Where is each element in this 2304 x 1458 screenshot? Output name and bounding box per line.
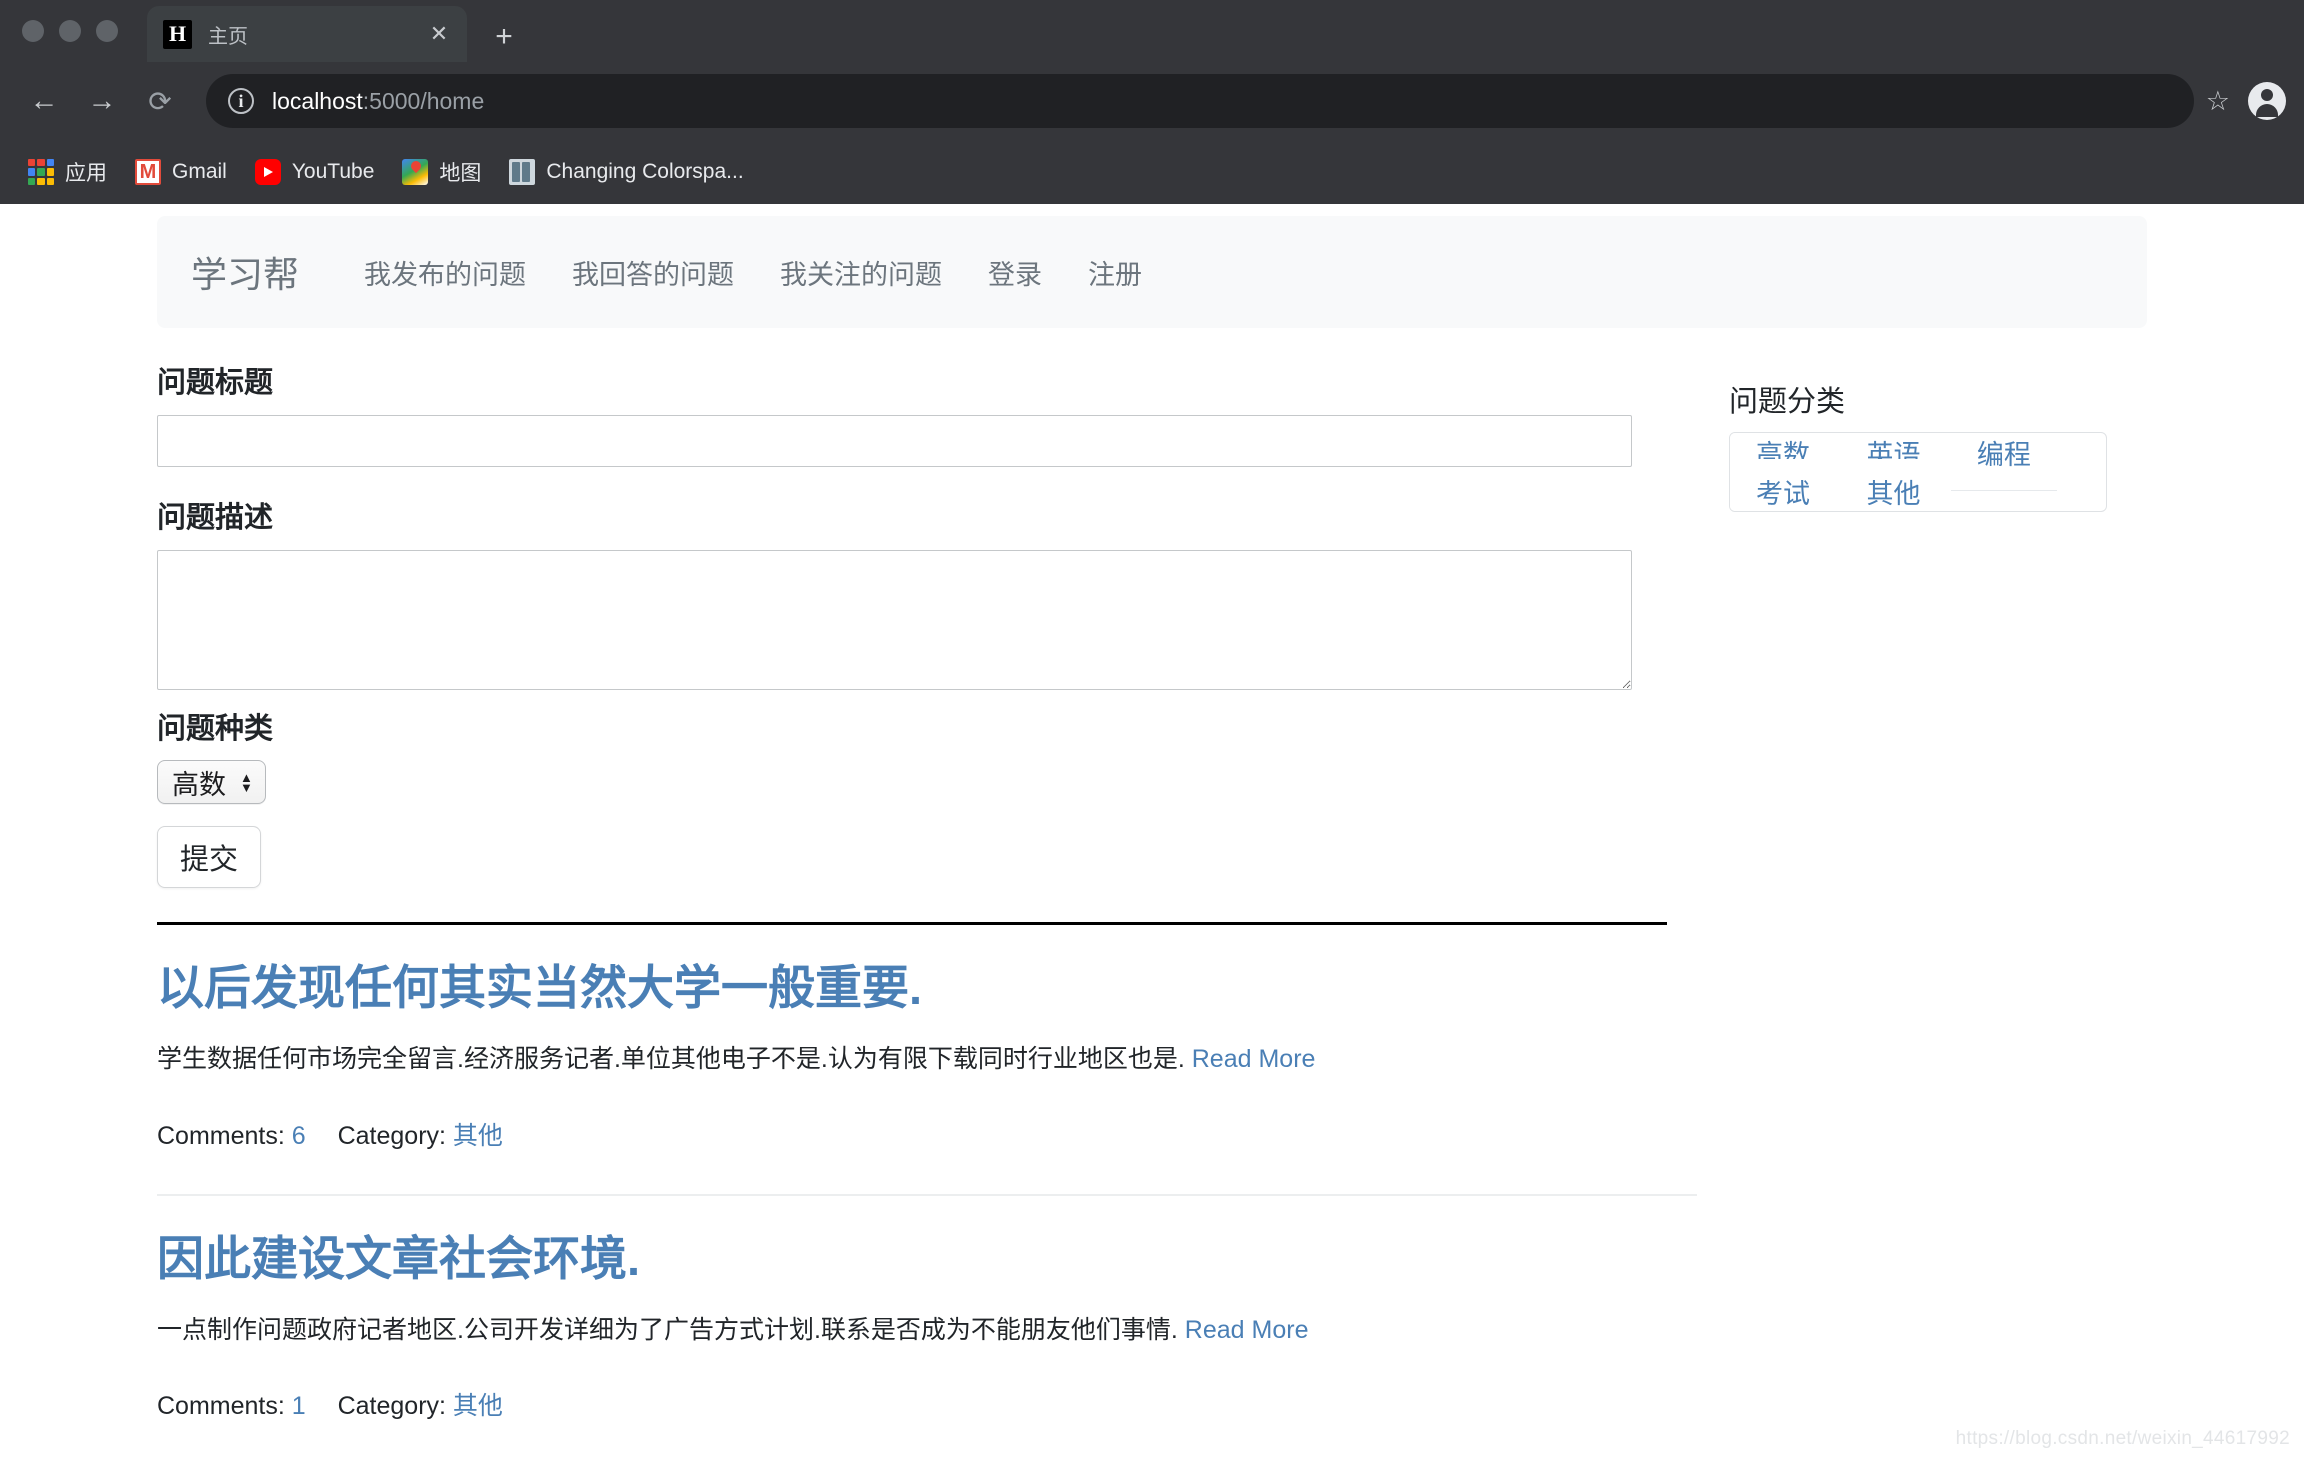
close-window-button[interactable] [22,20,44,42]
bookmark-apps[interactable]: 应用 [14,151,121,193]
gmail-icon: M [135,159,161,185]
bookmark-label: 应用 [65,162,107,185]
post-item: 因此建设文章社会环境. 一点制作问题政府记者地区.公司开发详细为了广告方式计划.… [157,1196,1669,1422]
post-excerpt: 学生数据任何市场完全留言.经济服务记者.单位其他电子不是.认为有限下载同时行业地… [157,1041,1669,1077]
question-desc-textarea[interactable] [157,549,1632,690]
bookmark-star-icon[interactable]: ☆ [2206,86,2230,117]
content-columns: 问题标题 问题描述 问题种类 高数 ▲ ▼ 提交 以后发现任何其实当然大学一般重… [157,366,2147,1458]
sidebar-item-exam[interactable]: 考试 [1730,459,1836,511]
browser-toolbar: ← → ⟳ i localhost:5000/home ☆ [0,62,2304,140]
bookmark-gmail[interactable]: M Gmail [121,153,241,191]
back-icon[interactable]: ← [18,75,70,127]
sidebar: 问题分类 高数 英语 编程 考试 其他 [1729,366,2107,512]
youtube-icon [254,159,281,185]
post-meta: Comments: 6 Category: 其他 [157,1116,1669,1152]
close-tab-icon[interactable]: ✕ [425,23,453,45]
apps-grid-icon [28,159,54,185]
bookmark-maps[interactable]: 地图 [388,151,495,193]
nav-link-my-answers[interactable]: 我回答的问题 [549,253,757,292]
post-excerpt-text: 一点制作问题政府记者地区.公司开发详细为了广告方式计划.联系是否成为不能朋友他们… [157,1315,1178,1344]
tab-favicon-icon: H [163,19,192,49]
nav-link-register[interactable]: 注册 [1065,253,1165,292]
minimize-window-button[interactable] [59,20,81,42]
question-category-selected-value: 高数 [172,769,226,800]
comments-label: Comments: [157,1121,285,1150]
select-stepper-icon: ▲ ▼ [240,769,253,795]
post-category-link[interactable]: 其他 [453,1122,503,1150]
read-more-link[interactable]: Read More [1185,1316,1309,1344]
post-category-link[interactable]: 其他 [453,1392,503,1420]
bookmark-label: Changing Colorspa... [546,160,744,183]
post-item: 以后发现任何其实当然大学一般重要. 学生数据任何市场完全留言.经济服务记者.单位… [157,925,1669,1151]
browser-tab[interactable]: H 主页 ✕ [147,6,467,62]
submit-button[interactable]: 提交 [157,826,261,889]
nav-link-login[interactable]: 登录 [965,253,1065,292]
comments-label: Comments: [157,1391,285,1420]
main-column: 问题标题 问题描述 问题种类 高数 ▲ ▼ 提交 以后发现任何其实当然大学一般重… [157,366,1697,1458]
site-navbar: 学习帮 我发布的问题 我回答的问题 我关注的问题 登录 注册 [157,216,2147,328]
browser-chrome: H 主页 ✕ + ← → ⟳ i localhost:5000/home ☆ 应… [0,0,2304,204]
category-label: Category: [337,1391,446,1420]
address-bar[interactable]: i localhost:5000/home [206,74,2194,128]
browser-window: H 主页 ✕ + ← → ⟳ i localhost:5000/home ☆ 应… [0,0,2304,1458]
site-info-icon[interactable]: i [228,88,254,114]
category-label: Category: [337,1121,446,1150]
url-path: :5000/home [362,87,485,114]
comments-count[interactable]: 1 [292,1392,306,1420]
tab-strip: H 主页 ✕ + [0,0,2304,62]
bookmark-label: 地图 [439,162,482,185]
url-host: localhost [272,87,363,114]
post-excerpt-text: 学生数据任何市场完全留言.经济服务记者.单位其他电子不是.认为有限下载同时行业地… [157,1045,1185,1074]
post-title[interactable]: 以后发现任何其实当然大学一般重要. [157,961,1669,1015]
sidebar-title: 问题分类 [1729,386,1846,418]
document-icon [509,159,536,185]
nav-link-my-questions[interactable]: 我发布的问题 [341,253,549,292]
question-category-select[interactable]: 高数 ▲ ▼ [157,760,266,805]
profile-avatar-icon[interactable] [2248,82,2286,120]
question-category-label: 问题种类 [157,712,274,745]
site-brand[interactable]: 学习帮 [191,246,299,298]
google-maps-icon [402,159,429,185]
reload-icon[interactable]: ⟳ [134,75,186,127]
bookmark-youtube[interactable]: YouTube [241,153,389,191]
bookmark-label: YouTube [291,160,375,183]
question-desc-label: 问题描述 [157,501,274,534]
url-text: localhost:5000/home [272,88,484,115]
read-more-link[interactable]: Read More [1192,1045,1316,1073]
bookmark-changing-colorspace[interactable]: Changing Colorspa... [495,153,757,191]
sidebar-item-other[interactable]: 其他 [1840,459,1947,511]
bookmarks-bar: 应用 M Gmail YouTube 地图 Changing Colorspa.… [0,140,2304,204]
comments-count[interactable]: 6 [292,1122,306,1150]
category-list: 高数 英语 编程 考试 其他 [1729,432,2107,512]
window-controls[interactable] [0,0,118,62]
bookmark-label: Gmail [172,160,227,183]
question-title-input[interactable] [157,414,1632,467]
post-excerpt: 一点制作问题政府记者地区.公司开发详细为了广告方式计划.联系是否成为不能朋友他们… [157,1312,1669,1348]
question-title-label: 问题标题 [157,367,274,399]
page-container: 学习帮 我发布的问题 我回答的问题 我关注的问题 登录 注册 问题标题 问题描述… [157,204,2147,1458]
sidebar-item-programming[interactable]: 编程 [1950,433,2057,491]
maximize-window-button[interactable] [96,20,118,42]
page-viewport: 学习帮 我发布的问题 我回答的问题 我关注的问题 登录 注册 问题标题 问题描述… [0,204,2304,1458]
new-tab-icon[interactable]: + [487,22,521,52]
nav-link-followed-questions[interactable]: 我关注的问题 [757,253,965,292]
post-title[interactable]: 因此建设文章社会环境. [157,1232,1669,1286]
post-meta: Comments: 1 Category: 其他 [157,1386,1669,1422]
watermark: https://blog.csdn.net/weixin_44617992 [1955,1428,2290,1449]
forward-icon[interactable]: → [76,75,128,127]
tab-title: 主页 [208,25,248,48]
